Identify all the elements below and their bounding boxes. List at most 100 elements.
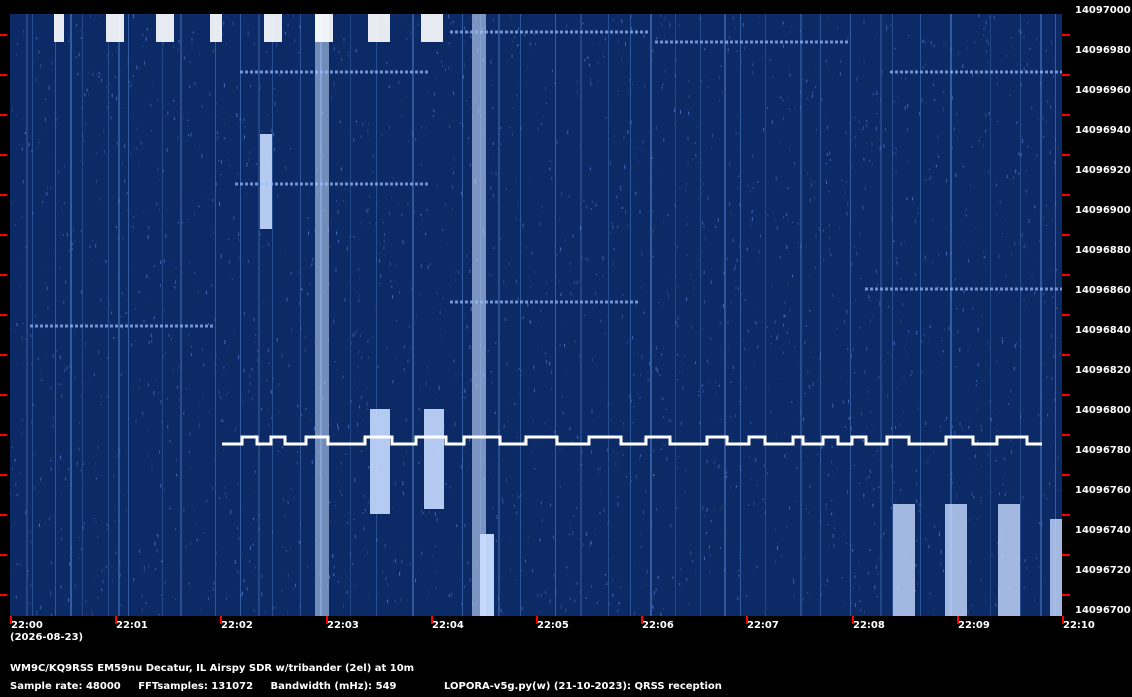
freq-tick-left (0, 74, 7, 76)
time-label: 22:01 (116, 620, 148, 631)
streak (990, 14, 991, 616)
streak (82, 14, 83, 616)
signal-burst (945, 504, 967, 616)
streak (180, 14, 182, 616)
freq-tick-right (1062, 234, 1070, 236)
freq-tick-left (0, 474, 7, 476)
freq-tick-right (1062, 314, 1070, 316)
streak (240, 14, 241, 616)
signal-burst-top (106, 14, 124, 42)
time-label: 22:00 (11, 620, 43, 631)
streak (740, 14, 741, 616)
streak (272, 14, 273, 616)
freq-tick-right (1062, 34, 1070, 36)
streak (650, 14, 652, 616)
streak (675, 14, 676, 616)
streak (108, 14, 109, 616)
freq-tick-right (1062, 514, 1070, 516)
time-label: 22:08 (853, 620, 885, 631)
freq-tick-right (1062, 114, 1070, 116)
freq-label: 14096920 (1075, 165, 1131, 176)
streak (580, 14, 582, 616)
streak (608, 14, 609, 616)
freq-label: 14096800 (1075, 405, 1131, 416)
freq-label: 14096720 (1075, 565, 1131, 576)
sample-rate-text: Sample rate: 48000 (10, 681, 121, 692)
streak (300, 14, 301, 616)
streak (1040, 14, 1042, 616)
freq-tick-right (1062, 434, 1070, 436)
time-label: 22:10 (1063, 620, 1095, 631)
date-label: (2026-08-23) (10, 632, 84, 643)
signal-burst (260, 134, 272, 229)
frequency-axis (1062, 0, 1132, 697)
freq-tick-left (0, 34, 7, 36)
freq-label: 14096900 (1075, 205, 1131, 216)
streak (630, 14, 631, 616)
time-tick (431, 616, 433, 624)
time-label: 22:09 (958, 620, 990, 631)
time-tick (10, 616, 12, 624)
time-tick (641, 616, 643, 624)
signal-burst (424, 409, 444, 509)
time-label: 22:04 (432, 620, 464, 631)
streak (920, 14, 921, 616)
freq-tick-left (0, 434, 7, 436)
freq-tick-right (1062, 394, 1070, 396)
freq-label: 14096700 (1075, 605, 1131, 616)
streak (520, 14, 521, 616)
streak (462, 14, 463, 616)
streak (850, 14, 851, 616)
freq-tick-right (1062, 554, 1070, 556)
time-label: 22:05 (537, 620, 569, 631)
signal-burst (315, 14, 329, 616)
freq-label: 14096740 (1075, 525, 1131, 536)
freq-label: 14096760 (1075, 485, 1131, 496)
time-tick (746, 616, 748, 624)
software-text: LOPORA-v5g.py(w) (21-10-2023): QRSS rece… (443, 681, 722, 692)
freq-label: 14096860 (1075, 285, 1131, 296)
streak (70, 14, 72, 616)
freq-tick-left (0, 354, 7, 356)
signal-burst (1050, 519, 1062, 616)
streak (892, 14, 893, 616)
freq-tick-left (0, 274, 7, 276)
time-tick (852, 616, 854, 624)
freq-tick-left (0, 514, 7, 516)
waterfall-display (10, 14, 1062, 616)
station-info: WM9C/KQ9RSS EM59nu Decatur, IL Airspy SD… (10, 663, 415, 674)
signal-burst-top (315, 14, 333, 42)
freq-label: 14096820 (1075, 365, 1131, 376)
signal-burst-top (264, 14, 282, 42)
bandwidth-text: Bandwidth (mHz): 549 (270, 681, 397, 692)
freq-label: 14096840 (1075, 325, 1131, 336)
streak (215, 14, 216, 616)
time-tick (115, 616, 117, 624)
fft-samples-text: FFTsamples: 131072 (138, 681, 254, 692)
time-label: 22:07 (747, 620, 779, 631)
waterfall-spectrogram (10, 14, 1062, 616)
freq-label: 14096880 (1075, 245, 1131, 256)
time-label: 22:02 (221, 620, 253, 631)
time-tick (1062, 616, 1064, 624)
streak (1020, 14, 1021, 616)
streak (162, 14, 163, 616)
freq-tick-right (1062, 74, 1070, 76)
streak (55, 14, 56, 616)
freq-tick-right (1062, 274, 1070, 276)
freq-tick-left (0, 394, 7, 396)
streak (350, 14, 351, 616)
signal-burst-top (156, 14, 174, 42)
streak (376, 14, 377, 616)
freq-tick-left (0, 154, 7, 156)
freq-tick-left (0, 114, 7, 116)
freq-tick-right (1062, 154, 1070, 156)
streak (700, 14, 701, 616)
streak (880, 14, 882, 616)
signal-burst (480, 534, 494, 616)
freq-tick-left (0, 194, 7, 196)
signal-burst-top (54, 14, 64, 42)
freq-tick-right (1062, 594, 1070, 596)
time-tick (536, 616, 538, 624)
signal-burst (893, 504, 915, 616)
